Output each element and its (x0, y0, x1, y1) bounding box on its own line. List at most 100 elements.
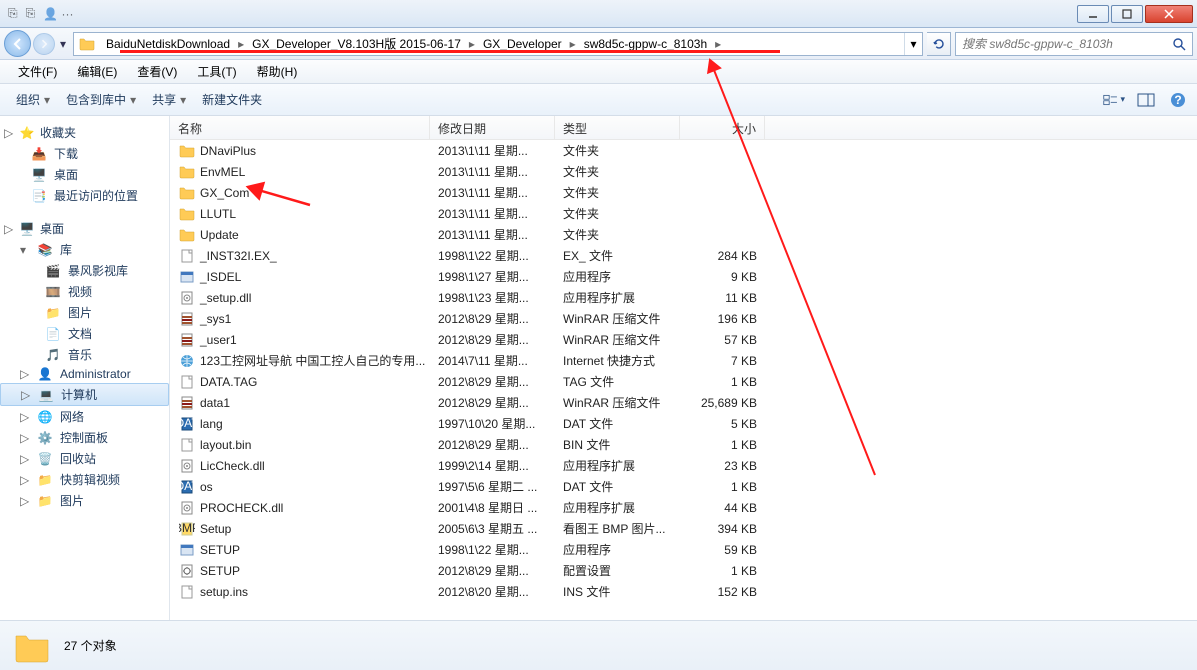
file-icon: BMP (178, 520, 196, 538)
organize-button[interactable]: 组织▾ (8, 87, 58, 112)
sidebar-item[interactable]: ▾📚库 (0, 239, 169, 260)
expand-icon: ▾ (20, 243, 30, 257)
history-dropdown[interactable]: ▾ (57, 37, 69, 51)
ghost-tab: ⎘ (8, 6, 18, 21)
desktop-header[interactable]: ▷🖥️桌面 (0, 218, 169, 239)
sidebar-item[interactable]: 🎞️视频 (0, 281, 169, 302)
sidebar-item[interactable]: ▷💻计算机 (0, 383, 169, 406)
file-row[interactable]: SETUP1998\1\22 星期...应用程序59 KB (170, 539, 1197, 560)
chevron-right-icon[interactable]: ▸ (568, 37, 578, 51)
file-size: 59 KB (680, 542, 765, 558)
sidebar-item[interactable]: ▷📁快剪辑视频 (0, 469, 169, 490)
menu-edit[interactable]: 编辑(E) (67, 63, 127, 80)
file-icon (178, 583, 196, 601)
header-name[interactable]: 名称 (170, 116, 430, 139)
file-row[interactable]: _ISDEL1998\1\27 星期...应用程序9 KB (170, 266, 1197, 287)
sidebar-item[interactable]: ▷⚙️控制面板 (0, 427, 169, 448)
header-date[interactable]: 修改日期 (430, 116, 555, 139)
sidebar-item[interactable]: 🎵音乐 (0, 344, 169, 365)
minimize-button[interactable] (1077, 5, 1109, 23)
maximize-button[interactable] (1111, 5, 1143, 23)
star-icon: ⭐ (18, 126, 36, 140)
file-row[interactable]: BMPSetup2005\6\3 星期五 ...看图王 BMP 图片...394… (170, 518, 1197, 539)
recent-icon: 📑 (30, 189, 48, 203)
address-dropdown[interactable]: ▾ (904, 33, 922, 55)
file-date: 2012\8\29 星期... (430, 309, 555, 328)
file-row[interactable]: _setup.dll1998\1\23 星期...应用程序扩展11 KB (170, 287, 1197, 308)
file-row[interactable]: Update2013\1\11 星期...文件夹 (170, 224, 1197, 245)
file-type: 应用程序 (555, 267, 680, 286)
file-row[interactable]: GX_Com2013\1\11 星期...文件夹 (170, 182, 1197, 203)
help-button[interactable]: ? (1167, 91, 1189, 109)
share-button[interactable]: 共享▾ (144, 87, 194, 112)
new-folder-button[interactable]: 新建文件夹 (194, 87, 270, 112)
file-name: GX_Com (200, 186, 249, 200)
chevron-right-icon[interactable]: ▸ (236, 37, 246, 51)
search-box[interactable] (955, 32, 1193, 56)
menu-file[interactable]: 文件(F) (8, 63, 67, 80)
menu-help[interactable]: 帮助(H) (247, 63, 308, 80)
file-size (680, 192, 765, 194)
file-row[interactable]: DATA.TAG2012\8\29 星期...TAG 文件1 KB (170, 371, 1197, 392)
file-date: 2013\1\11 星期... (430, 225, 555, 244)
sidebar-item[interactable]: ▷👤Administrator (0, 365, 169, 383)
sidebar-item-recent[interactable]: 📑最近访问的位置 (0, 185, 169, 206)
file-icon: DAT (178, 478, 196, 496)
file-row[interactable]: _INST32I.EX_1998\1\22 星期...EX_ 文件284 KB (170, 245, 1197, 266)
search-input[interactable] (962, 37, 1172, 51)
folder-icon (12, 626, 52, 666)
view-options-button[interactable]: ▾ (1103, 91, 1125, 109)
file-type: 配置设置 (555, 561, 680, 580)
file-row[interactable]: DATos1997\5\6 星期二 ...DAT 文件1 KB (170, 476, 1197, 497)
file-row[interactable]: LicCheck.dll1999\2\14 星期...应用程序扩展23 KB (170, 455, 1197, 476)
folder-icon (78, 35, 96, 53)
sidebar-item-downloads[interactable]: 📥下载 (0, 143, 169, 164)
item-icon: ⚙️ (36, 431, 54, 445)
back-button[interactable] (4, 30, 31, 57)
forward-button[interactable] (33, 33, 55, 55)
file-row[interactable]: _sys12012\8\29 星期...WinRAR 压缩文件196 KB (170, 308, 1197, 329)
sidebar-item-desktop[interactable]: 🖥️桌面 (0, 164, 169, 185)
file-row[interactable]: 123工控网址导航 中国工控人自己的专用...2014\7\11 星期...In… (170, 350, 1197, 371)
file-row[interactable]: PROCHECK.dll2001\4\8 星期日 ...应用程序扩展44 KB (170, 497, 1197, 518)
menu-view[interactable]: 查看(V) (127, 63, 187, 80)
file-icon: DAT (178, 415, 196, 433)
file-row[interactable]: data12012\8\29 星期...WinRAR 压缩文件25,689 KB (170, 392, 1197, 413)
file-name: layout.bin (200, 438, 251, 452)
file-date: 1999\2\14 星期... (430, 456, 555, 475)
header-size[interactable]: 大小 (680, 116, 765, 139)
file-row[interactable]: layout.bin2012\8\29 星期...BIN 文件1 KB (170, 434, 1197, 455)
favorites-header[interactable]: ▷⭐收藏夹 (0, 122, 169, 143)
file-row[interactable]: LLUTL2013\1\11 星期...文件夹 (170, 203, 1197, 224)
refresh-button[interactable] (927, 32, 951, 56)
sidebar-item[interactable]: 📁图片 (0, 302, 169, 323)
file-row[interactable]: EnvMEL2013\1\11 星期...文件夹 (170, 161, 1197, 182)
sidebar-item[interactable]: 📄文档 (0, 323, 169, 344)
file-row[interactable]: DATlang1997\10\20 星期...DAT 文件5 KB (170, 413, 1197, 434)
download-icon: 📥 (30, 147, 48, 161)
preview-pane-button[interactable] (1135, 91, 1157, 109)
item-icon: 📚 (36, 243, 54, 257)
header-type[interactable]: 类型 (555, 116, 680, 139)
file-row[interactable]: SETUP2012\8\29 星期...配置设置1 KB (170, 560, 1197, 581)
file-row[interactable]: _user12012\8\29 星期...WinRAR 压缩文件57 KB (170, 329, 1197, 350)
file-size: 1 KB (680, 563, 765, 579)
toolbar: 组织▾ 包含到库中▾ 共享▾ 新建文件夹 ▾ ? (0, 84, 1197, 116)
chevron-right-icon[interactable]: ▸ (467, 37, 477, 51)
file-row[interactable]: DNaviPlus2013\1\11 星期...文件夹 (170, 140, 1197, 161)
sidebar-item[interactable]: 🎬暴风影视库 (0, 260, 169, 281)
chevron-right-icon[interactable]: ▸ (713, 37, 723, 51)
file-row[interactable]: setup.ins2012\8\20 星期...INS 文件152 KB (170, 581, 1197, 602)
sidebar-item[interactable]: ▷🗑️回收站 (0, 448, 169, 469)
close-button[interactable] (1145, 5, 1193, 23)
sidebar-item[interactable]: ▷🌐网络 (0, 406, 169, 427)
file-type: 看图王 BMP 图片... (555, 519, 680, 538)
file-date: 2013\1\11 星期... (430, 183, 555, 202)
file-name: SETUP (200, 564, 240, 578)
item-icon: 💻 (37, 388, 55, 402)
sidebar-item[interactable]: ▷📁图片 (0, 490, 169, 511)
file-type: 应用程序扩展 (555, 456, 680, 475)
menu-tools[interactable]: 工具(T) (187, 63, 246, 80)
include-library-button[interactable]: 包含到库中▾ (58, 87, 144, 112)
svg-text:DAT: DAT (179, 416, 195, 430)
